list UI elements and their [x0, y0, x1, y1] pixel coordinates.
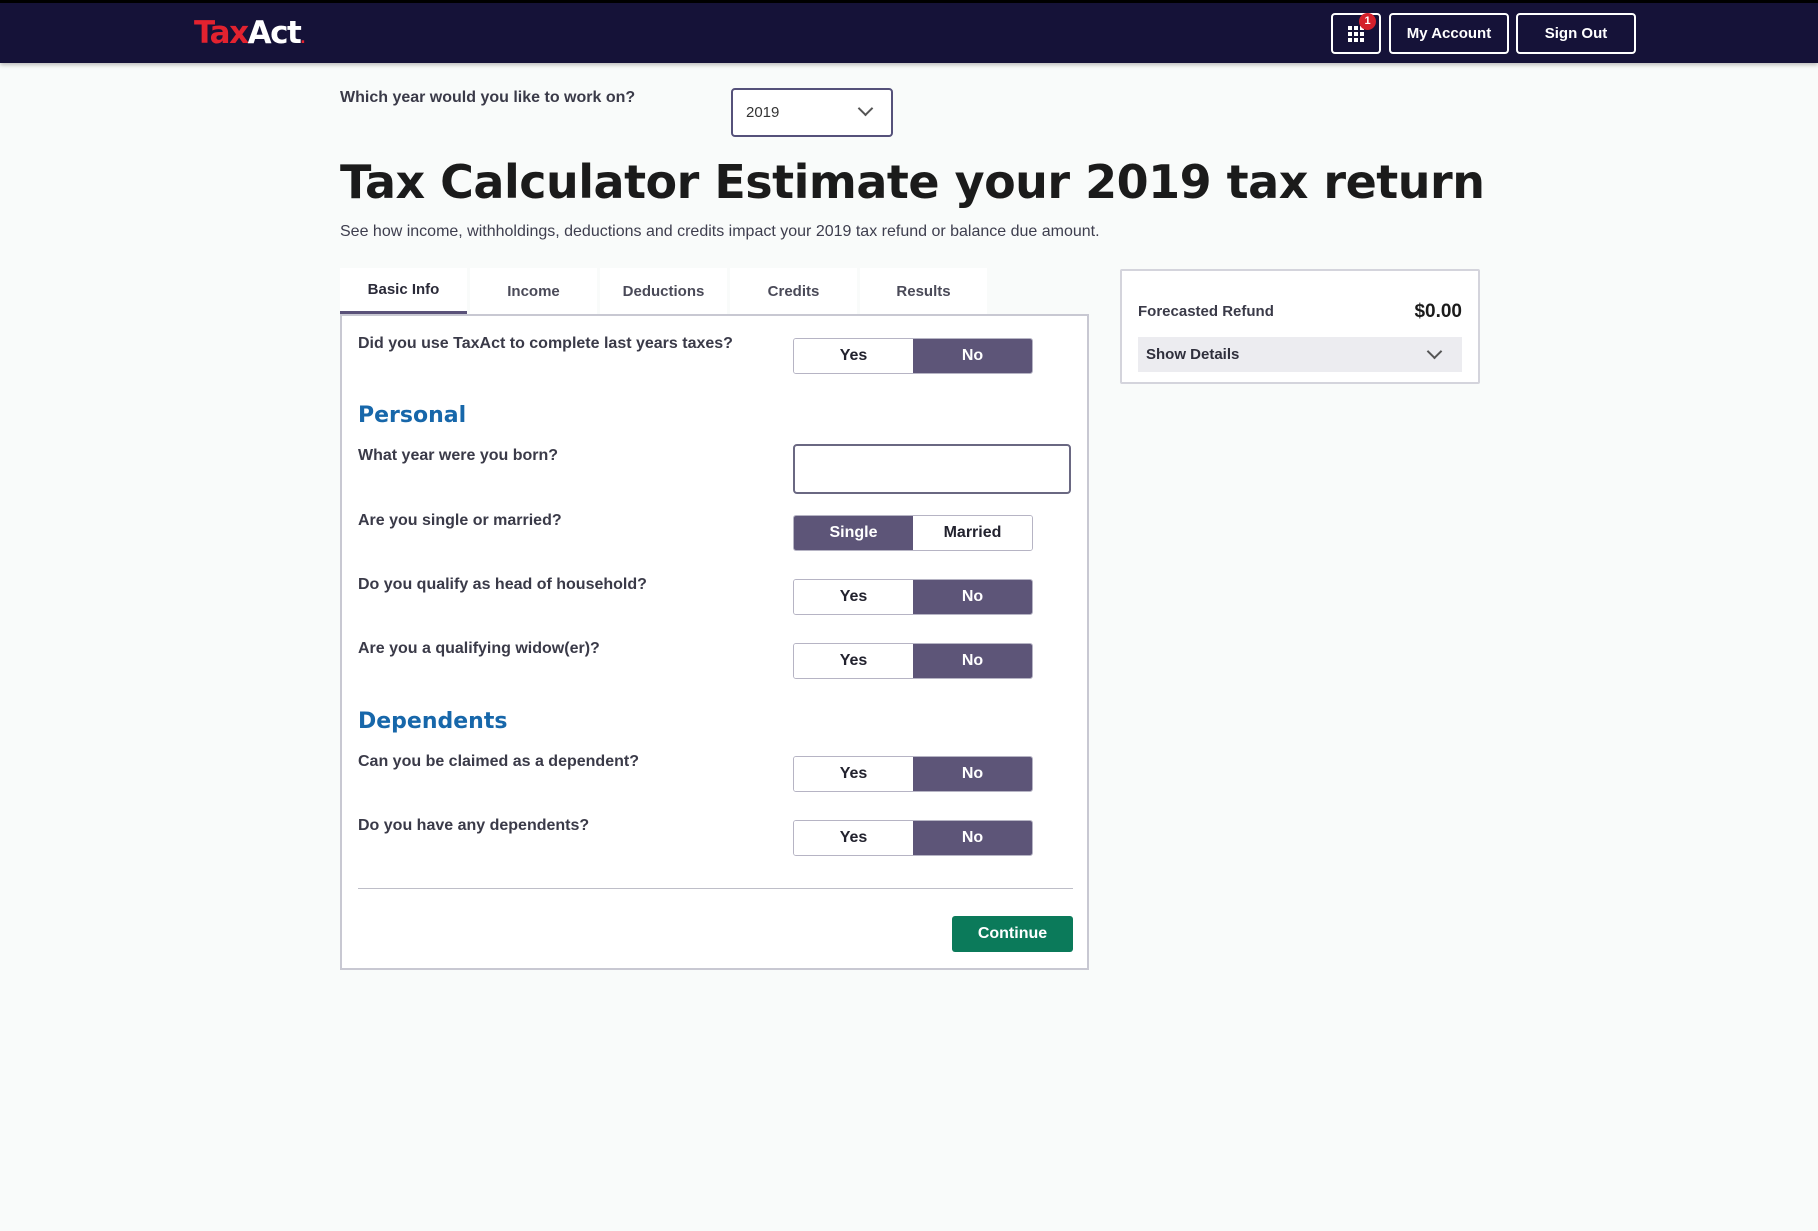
claimed-dependent-toggle: Yes No: [793, 756, 1033, 792]
used-taxact-no-option[interactable]: No: [913, 339, 1032, 373]
qualifying-widow-question: Are you a qualifying widow(er)?: [358, 640, 600, 657]
head-of-household-yes-option[interactable]: Yes: [794, 580, 913, 614]
tab-credits[interactable]: Credits: [730, 268, 857, 314]
head-of-household-question: Do you qualify as head of household?: [358, 576, 647, 593]
logo-tax-text: Tax: [194, 15, 249, 51]
sign-out-button[interactable]: Sign Out: [1516, 13, 1636, 54]
forecasted-refund-amount: $0.00: [1414, 301, 1462, 322]
qualifying-widow-no-option[interactable]: No: [913, 644, 1032, 678]
basic-info-form: Did you use TaxAct to complete last year…: [340, 314, 1089, 970]
chevron-down-icon: [1426, 343, 1443, 360]
tab-deductions[interactable]: Deductions: [600, 268, 727, 314]
forecasted-refund-label: Forecasted Refund: [1138, 303, 1274, 320]
marital-status-toggle: Single Married: [793, 515, 1033, 551]
year-select[interactable]: 2019: [731, 88, 893, 137]
qualifying-widow-toggle: Yes No: [793, 643, 1033, 679]
have-dependents-question: Do you have any dependents?: [358, 817, 590, 834]
dependents-section-heading: Dependents: [358, 709, 508, 734]
claimed-dependent-no-option[interactable]: No: [913, 757, 1032, 791]
notification-badge: 1: [1359, 13, 1376, 30]
used-taxact-yes-option[interactable]: Yes: [794, 339, 913, 373]
show-details-label: Show Details: [1146, 346, 1240, 363]
tab-basic-info[interactable]: Basic Info: [340, 268, 467, 314]
birth-year-question: What year were you born?: [358, 447, 559, 464]
head-of-household-no-option[interactable]: No: [913, 580, 1032, 614]
continue-button[interactable]: Continue: [952, 916, 1073, 952]
tab-results[interactable]: Results: [860, 268, 987, 314]
claimed-dependent-question: Can you be claimed as a dependent?: [358, 753, 639, 770]
forecasted-refund-card: Forecasted Refund $0.00 Show Details: [1120, 269, 1480, 384]
used-taxact-toggle: Yes No: [793, 338, 1033, 374]
personal-section-heading: Personal: [358, 403, 467, 428]
head-of-household-toggle: Yes No: [793, 579, 1033, 615]
used-taxact-question: Did you use TaxAct to complete last year…: [358, 335, 733, 352]
top-nav-bar: TaxAct. 1 My Account Sign Out: [0, 0, 1818, 63]
logo-act-text: Act: [247, 15, 302, 51]
tab-bar: Basic Info Income Deductions Credits Res…: [340, 268, 990, 315]
have-dependents-no-option[interactable]: No: [913, 821, 1032, 855]
chevron-down-icon: [857, 100, 874, 117]
page-title: Tax Calculator Estimate your 2019 tax re…: [340, 155, 1485, 209]
single-option[interactable]: Single: [794, 516, 913, 550]
have-dependents-yes-option[interactable]: Yes: [794, 821, 913, 855]
year-select-value: 2019: [746, 104, 780, 121]
birth-year-input[interactable]: [793, 444, 1071, 494]
year-question-label: Which year would you like to work on?: [340, 89, 636, 106]
show-details-toggle[interactable]: Show Details: [1138, 337, 1462, 372]
tab-income[interactable]: Income: [470, 268, 597, 314]
married-option[interactable]: Married: [913, 516, 1032, 550]
claimed-dependent-yes-option[interactable]: Yes: [794, 757, 913, 791]
marital-status-question: Are you single or married?: [358, 512, 562, 529]
page-subtitle: See how income, withholdings, deductions…: [340, 223, 1100, 240]
qualifying-widow-yes-option[interactable]: Yes: [794, 644, 913, 678]
have-dependents-toggle: Yes No: [793, 820, 1033, 856]
logo-mark: .: [300, 31, 305, 47]
form-divider: [358, 888, 1073, 889]
taxact-logo[interactable]: TaxAct.: [194, 13, 306, 59]
apps-menu-button[interactable]: 1: [1331, 13, 1381, 54]
my-account-button[interactable]: My Account: [1389, 13, 1509, 54]
